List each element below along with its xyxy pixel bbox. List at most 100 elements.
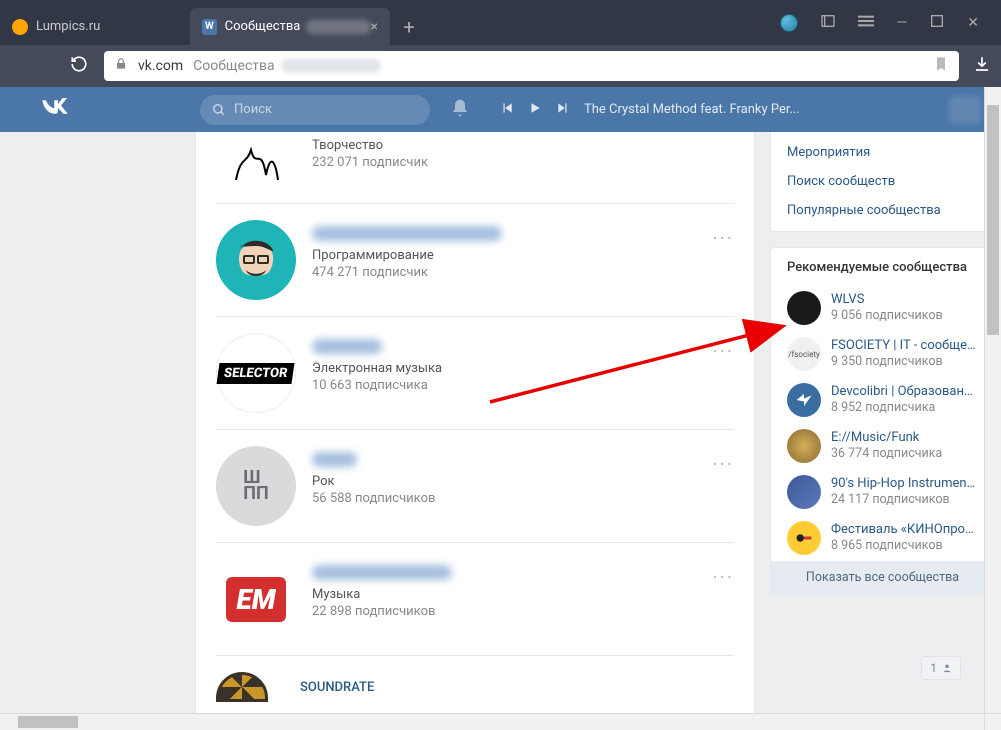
group-subscribers: 232 071 подписчик (312, 155, 428, 170)
browser-controls: — ✕ (758, 0, 1001, 45)
tab-title: Сообщества (225, 19, 301, 34)
sidebar-link-events[interactable]: Мероприятия (771, 138, 994, 167)
group-actions-icon[interactable]: ··· (712, 226, 734, 250)
separator (216, 655, 734, 656)
sidebar-link-popular[interactable]: Популярные сообщества (771, 196, 994, 225)
browser-tab-active[interactable]: W Сообщества × (190, 8, 390, 45)
recommended-item[interactable]: 90's Hip-Hop Instrumentals24 117 подписч… (771, 469, 994, 515)
group-name-blurred (312, 565, 452, 580)
blurred-text (281, 59, 381, 73)
group-info: Программирование 474 271 подписчик (312, 220, 502, 300)
group-avatar[interactable]: ШПП (216, 446, 296, 526)
search-input[interactable]: Поиск (200, 95, 430, 125)
reader-icon[interactable] (820, 13, 836, 33)
url-page-title: Сообщества (193, 58, 274, 74)
url-input[interactable]: vk.com Сообщества (104, 51, 959, 81)
group-row[interactable]: SOUNDRATE (196, 660, 754, 714)
new-tab-button[interactable]: + (394, 12, 424, 42)
tab-close-icon[interactable]: × (371, 19, 378, 35)
rec-name: Фестиваль «КИНОпробы» (831, 522, 976, 538)
tab-title: Lumpics.ru (36, 19, 100, 34)
search-icon (212, 103, 226, 117)
favicon-icon (12, 19, 28, 35)
rec-name: WLVS (831, 292, 943, 308)
group-actions-icon[interactable]: ··· (712, 565, 734, 589)
rec-name: FSOCIETY | IT - сообщество (831, 338, 976, 354)
group-name-blurred (312, 339, 382, 354)
group-row[interactable]: Программирование 474 271 подписчик ··· (196, 208, 754, 312)
extension-icon[interactable] (780, 14, 798, 32)
minimize-button[interactable]: — (896, 15, 907, 31)
browser-tab-bar: Lumpics.ru W Сообщества × + — ✕ (0, 0, 1001, 45)
right-sidebar: Мероприятия Поиск сообществ Популярные с… (770, 132, 995, 730)
download-icon[interactable] (973, 55, 991, 77)
rec-avatar (787, 291, 821, 325)
vertical-scrollbar[interactable] (984, 87, 1001, 713)
page-content: Творчество 232 071 подписчик Программиро… (0, 132, 1001, 730)
recommended-item[interactable]: Фестиваль «КИНОпробы»8 965 подписчиков (771, 515, 994, 561)
group-avatar[interactable]: EM (216, 559, 296, 639)
group-avatar[interactable] (216, 672, 268, 702)
group-category: Рок (312, 474, 435, 489)
group-avatar[interactable] (216, 132, 296, 187)
group-category: Электронная музыка (312, 361, 442, 376)
group-row[interactable]: Творчество 232 071 подписчик (196, 132, 754, 199)
group-avatar[interactable] (216, 220, 296, 300)
group-subscribers: 56 588 подписчиков (312, 491, 435, 506)
browser-tab-inactive[interactable]: Lumpics.ru (0, 8, 190, 45)
player-track-title[interactable]: The Crystal Method feat. Franky Per... (584, 102, 800, 117)
rec-name: Devcolibri | Образование (831, 384, 976, 400)
rec-subscribers: 8 952 подписчика (831, 400, 976, 416)
rec-avatar (787, 383, 821, 417)
separator (216, 203, 734, 204)
separator (216, 542, 734, 543)
show-all-button[interactable]: Показать все сообщества (771, 561, 994, 594)
recommended-item[interactable]: E://Music/Funk36 774 подписчика (771, 423, 994, 469)
group-row[interactable]: ШПП Рок 56 588 подписчиков ··· (196, 434, 754, 538)
notifications-icon[interactable] (450, 98, 470, 122)
scrollbar-corner (984, 713, 1001, 730)
recommended-item[interactable]: Devcolibri | Образование8 952 подписчика (771, 377, 994, 423)
scrollbar-thumb[interactable] (987, 105, 999, 335)
reload-icon[interactable] (70, 55, 88, 77)
group-category: Программирование (312, 248, 502, 263)
horizontal-scrollbar[interactable] (0, 713, 984, 730)
recommended-title: Рекомендуемые сообщества (771, 248, 994, 285)
vk-logo[interactable] (40, 97, 70, 122)
group-name-blurred (312, 452, 357, 467)
player-play-icon[interactable] (528, 101, 542, 119)
bookmark-icon[interactable] (933, 56, 949, 76)
close-button[interactable]: ✕ (967, 15, 979, 31)
maximize-button[interactable] (929, 13, 945, 33)
friends-online-button[interactable]: 1 (921, 656, 961, 680)
group-row[interactable]: SELECTOR Электронная музыка 10 663 подпи… (196, 321, 754, 425)
recommended-item[interactable]: WLVS9 056 подписчиков (771, 285, 994, 331)
group-row[interactable]: EM Музыка 22 898 подписчиков ··· (196, 547, 754, 651)
group-info: Электронная музыка 10 663 подписчика (312, 333, 442, 413)
sidebar-link-search[interactable]: Поиск сообществ (771, 167, 994, 196)
menu-icon[interactable] (858, 13, 874, 33)
rec-avatar (787, 475, 821, 509)
group-subscribers: 10 663 подписчика (312, 378, 442, 393)
lock-icon (114, 57, 128, 75)
blurred-text (306, 20, 370, 34)
player-prev-icon[interactable] (500, 101, 514, 119)
scrollbar-thumb[interactable] (18, 716, 78, 728)
vk-favicon-icon: W (202, 19, 217, 35)
group-actions-icon[interactable]: ··· (712, 452, 734, 476)
rec-subscribers: 36 774 подписчика (831, 446, 942, 462)
group-actions-icon[interactable]: ··· (712, 339, 734, 363)
group-info: Рок 56 588 подписчиков (312, 446, 435, 526)
rec-subscribers: 9 350 подписчиков (831, 354, 976, 370)
search-placeholder: Поиск (234, 102, 272, 117)
left-spacer (0, 132, 195, 730)
vk-header: Поиск The Crystal Method feat. Franky Pe… (0, 87, 1001, 132)
player-next-icon[interactable] (556, 101, 570, 119)
separator (216, 316, 734, 317)
group-avatar[interactable]: SELECTOR (216, 333, 296, 413)
audio-player: The Crystal Method feat. Franky Per... (500, 101, 800, 119)
recommended-item[interactable]: /fsociety FSOCIETY | IT - сообщество9 35… (771, 331, 994, 377)
header-avatar[interactable] (949, 96, 981, 124)
rec-avatar (787, 429, 821, 463)
url-domain: vk.com (138, 58, 183, 74)
